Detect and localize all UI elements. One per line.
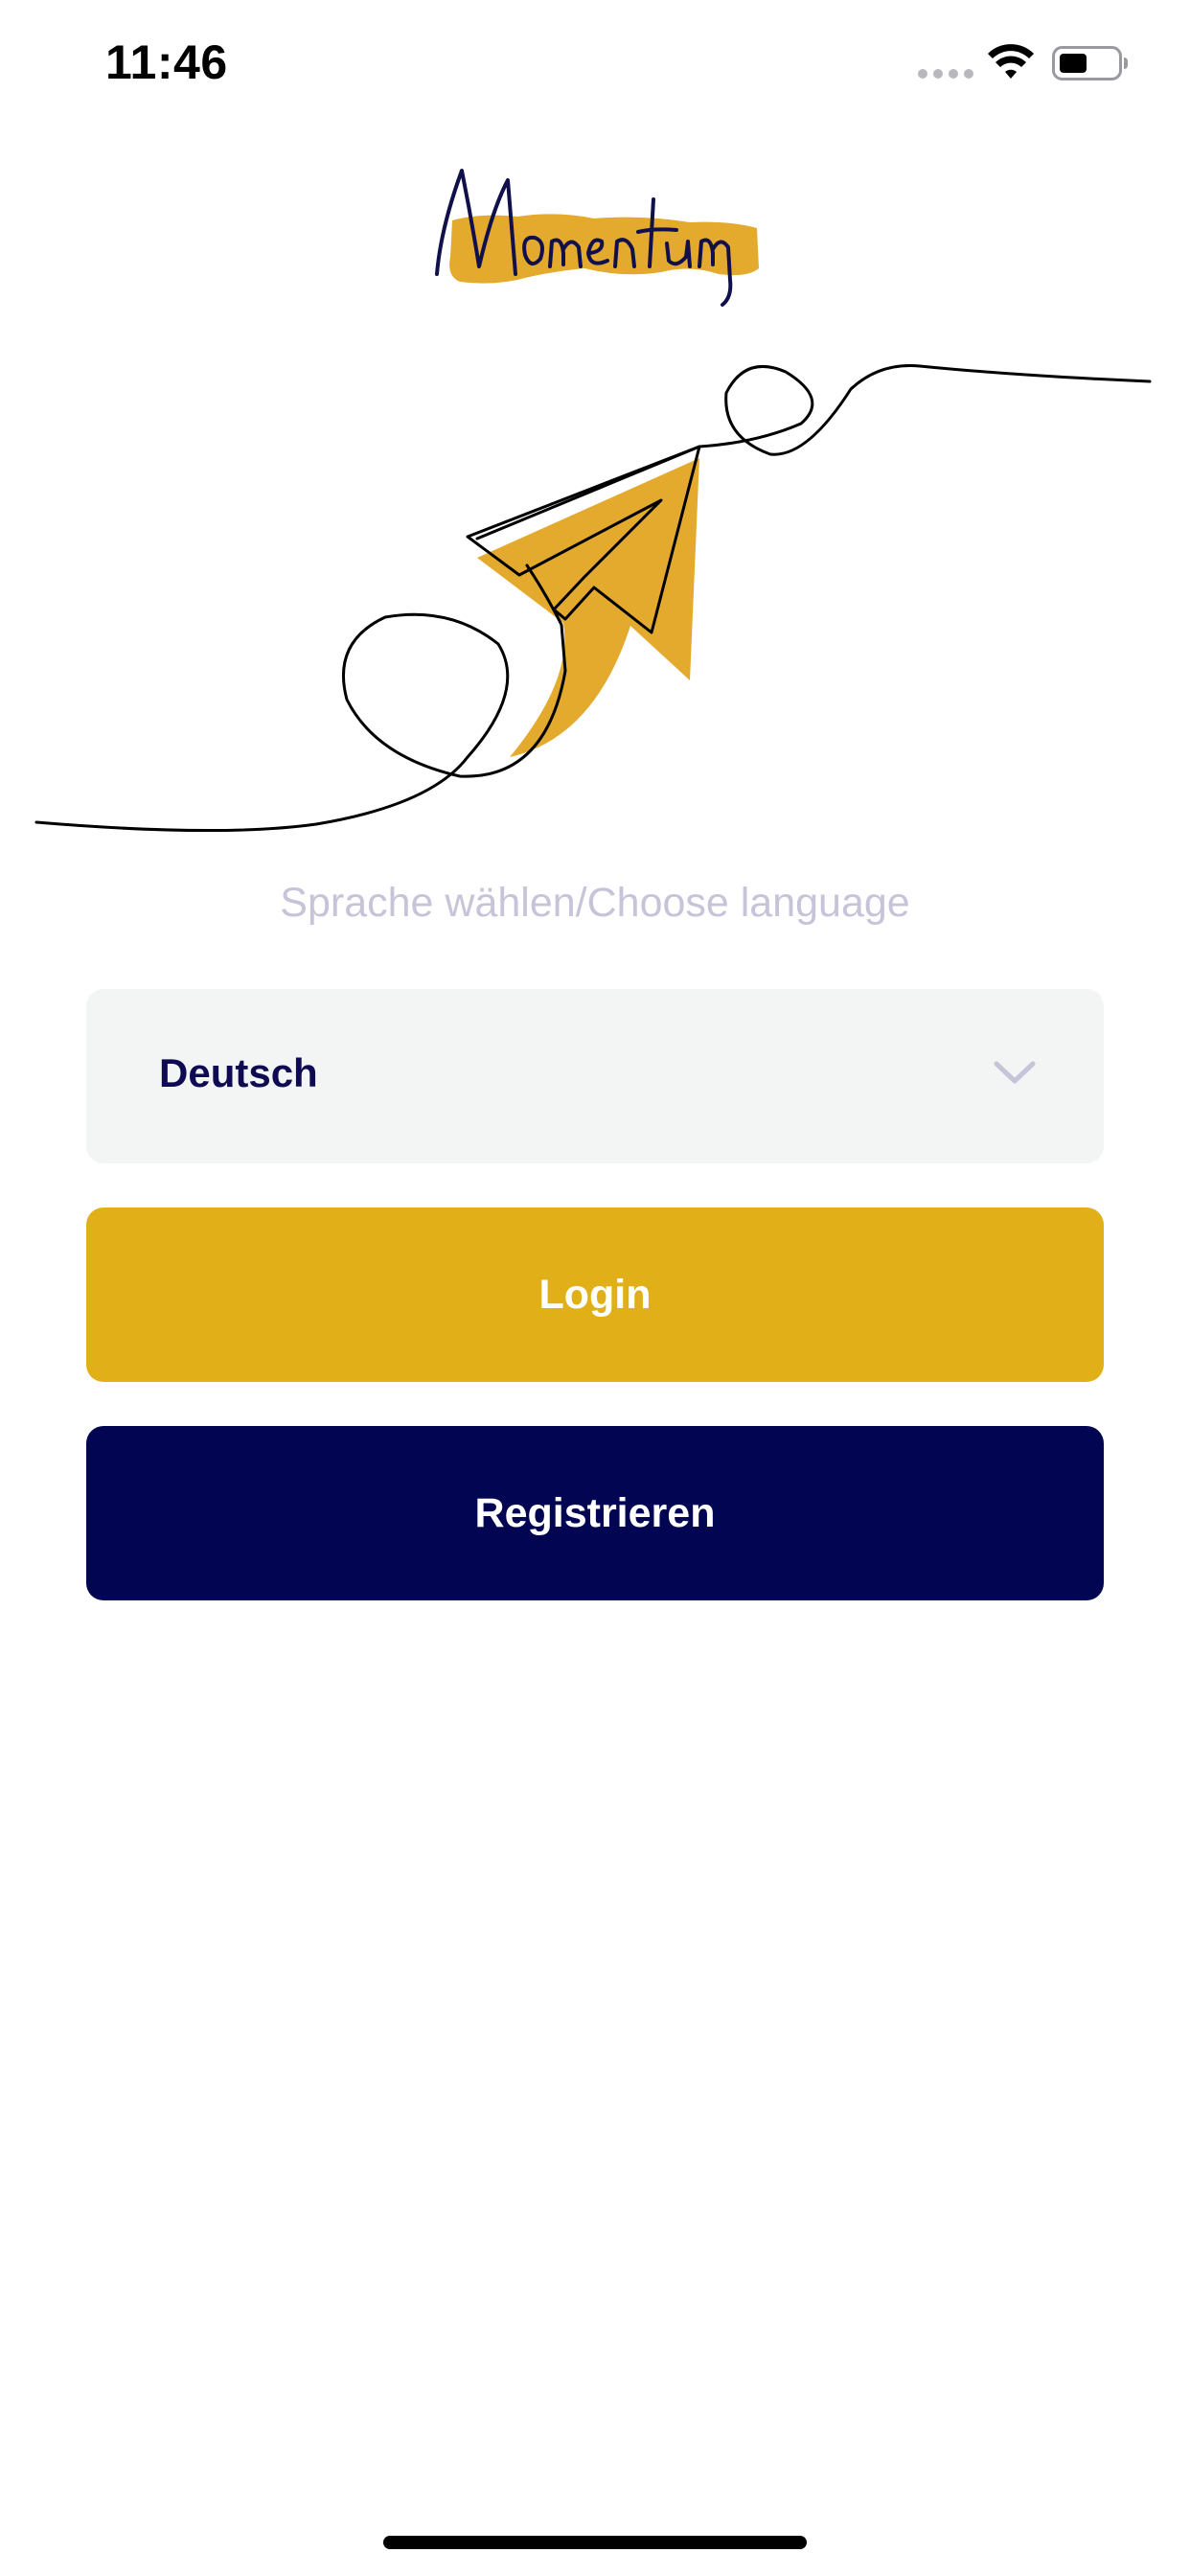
language-select[interactable]: Deutsch: [86, 989, 1104, 1163]
status-bar: 11:46: [0, 0, 1190, 126]
cellular-signal-icon: [918, 69, 973, 79]
choose-language-label: Sprache wählen/Choose language: [280, 880, 910, 926]
paper-plane-illustration: [34, 364, 1152, 833]
register-button[interactable]: Registrieren: [86, 1426, 1104, 1600]
wifi-icon: [988, 44, 1034, 79]
home-indicator[interactable]: [383, 2536, 807, 2549]
chevron-down-icon: [994, 1061, 1036, 1084]
language-selected-value: Deutsch: [159, 1050, 318, 1095]
status-time: 11:46: [105, 35, 228, 89]
login-button[interactable]: Login: [86, 1208, 1104, 1382]
momentum-logo: [435, 169, 759, 307]
battery-icon: [1052, 46, 1128, 80]
